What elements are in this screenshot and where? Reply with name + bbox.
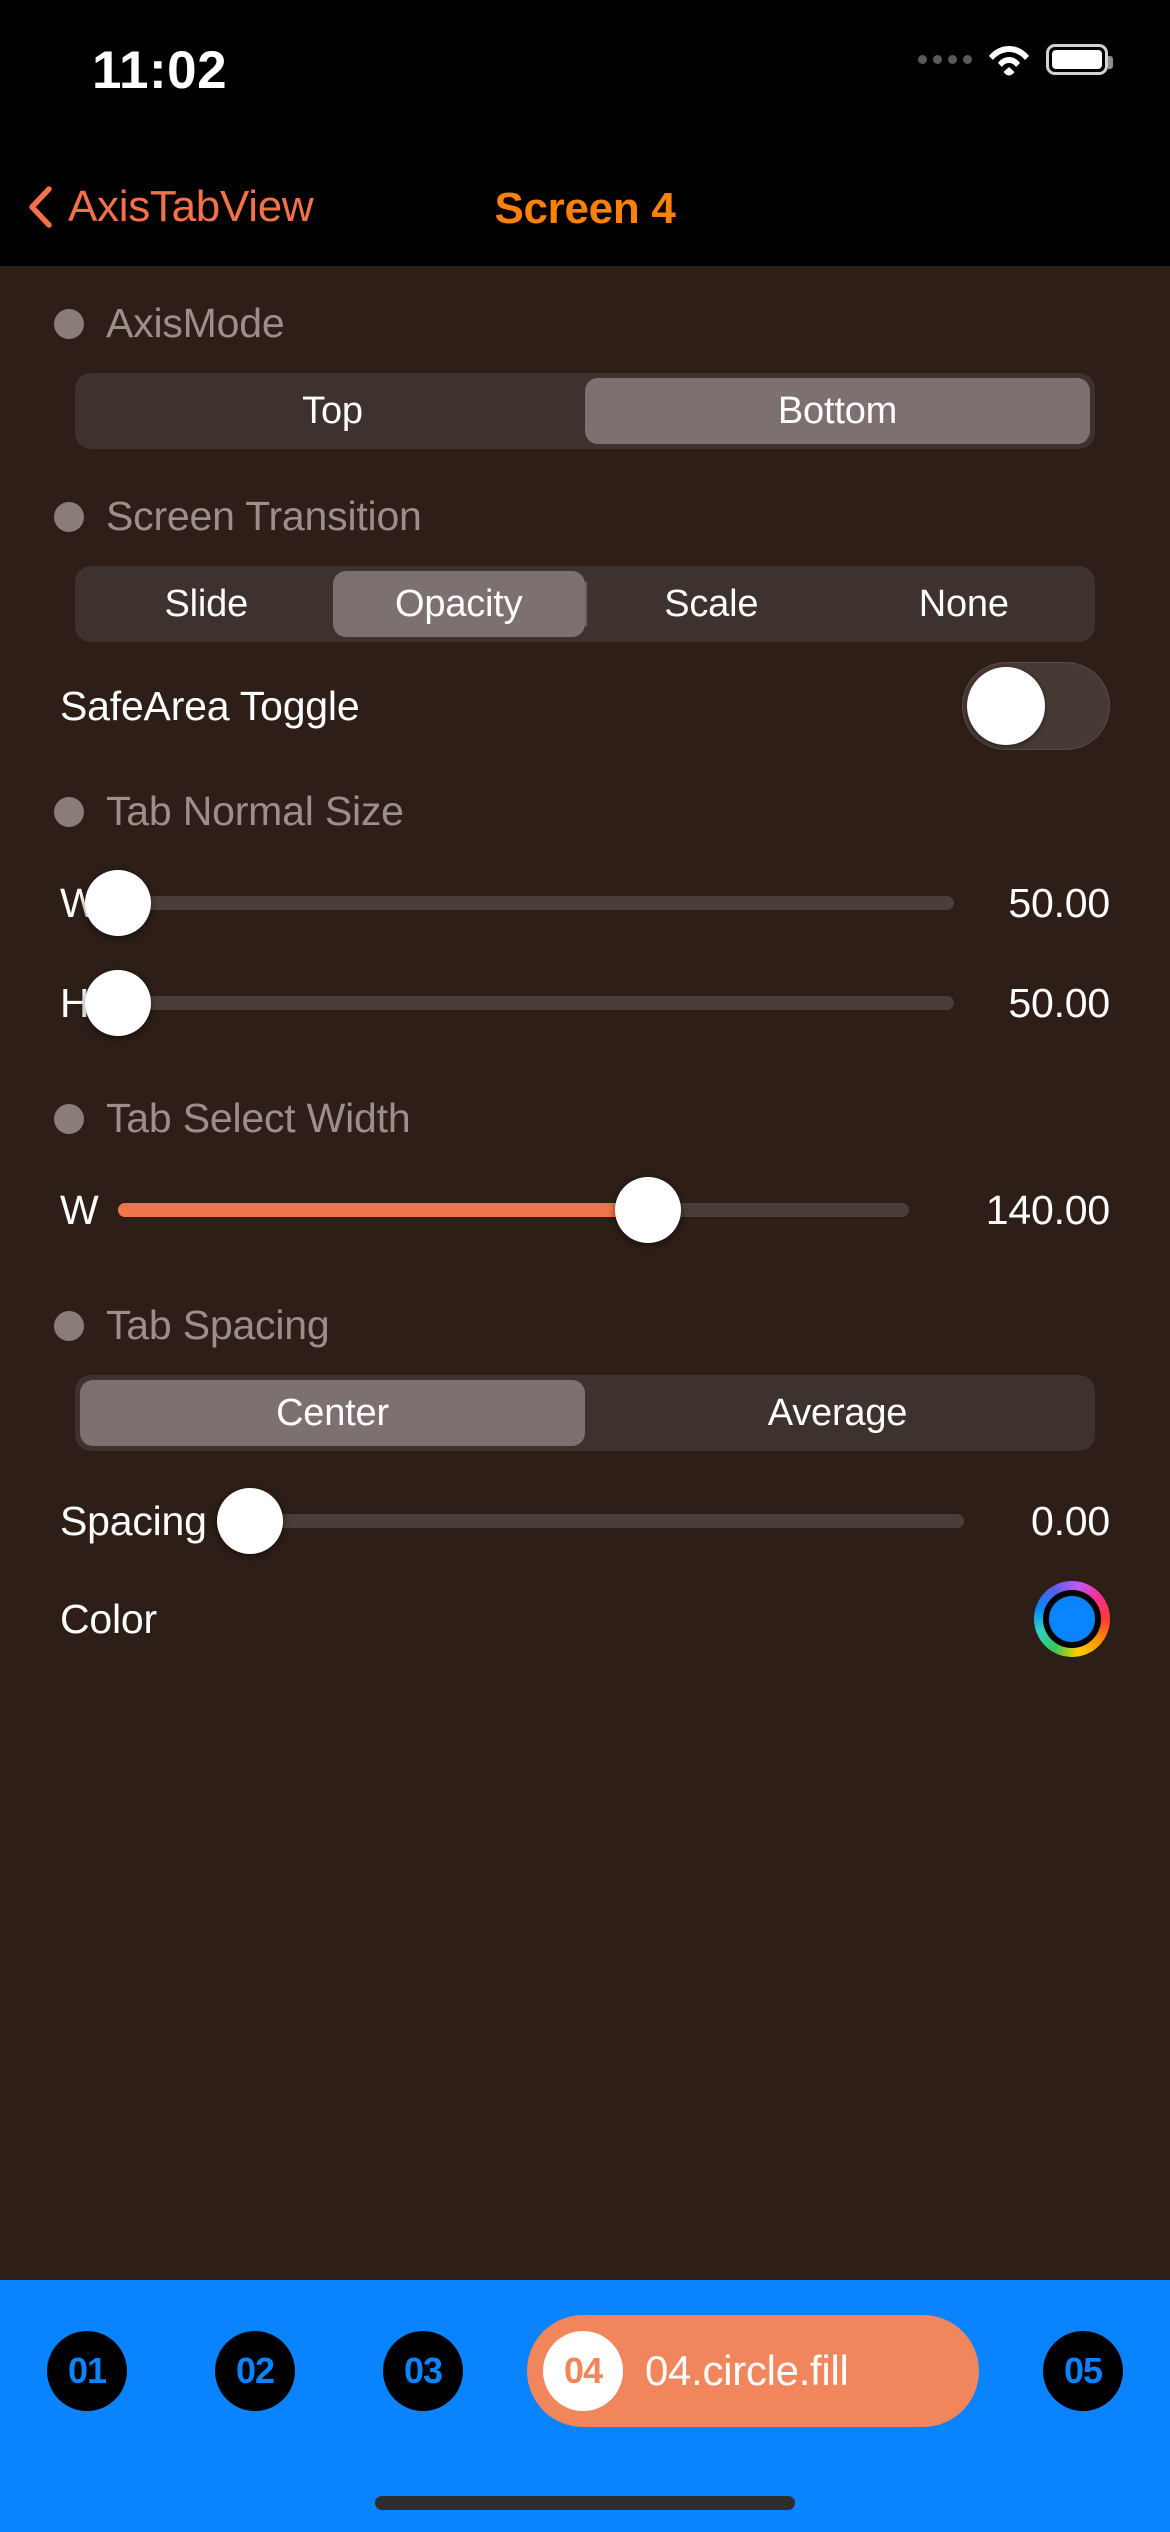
- signal-dots-icon: [918, 54, 972, 64]
- toggle-knob: [967, 667, 1045, 745]
- bottom-tab-bar: 01 02 03 04 04.circle.fill 05: [0, 2280, 1170, 2532]
- home-indicator[interactable]: [375, 2496, 795, 2510]
- tab-item-02[interactable]: 02: [215, 2331, 295, 2411]
- status-indicators: [918, 42, 1113, 76]
- tab-title: 04.circle.fill: [645, 2347, 849, 2394]
- tab-select-width-slider[interactable]: [118, 1160, 909, 1260]
- segment-scale[interactable]: Scale: [585, 571, 838, 637]
- tab-spacing-header: Tab Spacing: [0, 1302, 1170, 1349]
- wifi-icon: [989, 46, 1029, 76]
- slider-knob[interactable]: [85, 870, 151, 936]
- segment-bottom[interactable]: Bottom: [585, 378, 1090, 444]
- bullet-icon: [54, 1310, 84, 1341]
- safearea-toggle-label: SafeArea Toggle: [60, 682, 360, 729]
- section-screen-transition: Screen Transition Slide Opacity Scale No…: [0, 449, 1170, 754]
- tab-normal-size-header: Tab Normal Size: [0, 788, 1170, 835]
- battery-full-icon: [1046, 43, 1113, 75]
- slider-track: [250, 1514, 964, 1528]
- tab-normal-size-title: Tab Normal Size: [106, 788, 404, 834]
- tab-normal-width-slider[interactable]: [85, 853, 954, 953]
- color-label: Color: [60, 1595, 157, 1642]
- navigation-bar: AxisTabView Screen 4: [0, 168, 1170, 266]
- tab-select-width-value: 140.00: [985, 1186, 1110, 1233]
- status-time: 11:02: [92, 41, 228, 100]
- tab-item-05[interactable]: 05: [1043, 2331, 1123, 2411]
- color-swatch: [1043, 1590, 1101, 1648]
- tab-number: 04: [563, 2350, 603, 2391]
- section-tab-select-width: Tab Select Width W 140.00: [0, 1053, 1170, 1260]
- tab-normal-width-row: W 50.00: [0, 853, 1170, 953]
- segment-none[interactable]: None: [838, 571, 1091, 637]
- tab-item-03[interactable]: 03: [383, 2331, 463, 2411]
- spacing-value: 0.00: [1031, 1497, 1110, 1544]
- segment-opacity[interactable]: Opacity: [332, 571, 585, 637]
- bullet-icon: [54, 1103, 84, 1134]
- segment-divider: [585, 582, 587, 626]
- slider-track: [118, 896, 954, 910]
- settings-content: AxisMode Top Bottom Screen Transition Sl…: [0, 266, 1170, 2266]
- section-tab-spacing: Tab Spacing Center Average Spacing 0.00 …: [0, 1260, 1170, 1667]
- spacing-slider[interactable]: [217, 1471, 964, 1571]
- spacing-row: Spacing 0.00: [0, 1471, 1170, 1571]
- tab-select-width-label: W: [60, 1186, 99, 1233]
- screen-transition-title: Screen Transition: [106, 493, 422, 539]
- screen-transition-segmented-control[interactable]: Slide Opacity Scale None: [75, 566, 1095, 642]
- bullet-icon: [54, 501, 84, 532]
- segment-top[interactable]: Top: [80, 378, 585, 444]
- tab-item-01[interactable]: 01: [47, 2331, 127, 2411]
- segment-center[interactable]: Center: [80, 1380, 585, 1446]
- safearea-toggle-row: SafeArea Toggle: [0, 658, 1170, 754]
- phone-screen: 11:02 AxisTabView Screen 4 AxisMode Top …: [0, 0, 1170, 2532]
- slider-knob[interactable]: [85, 970, 151, 1036]
- segment-average[interactable]: Average: [585, 1380, 1090, 1446]
- section-axis-mode: AxisMode Top Bottom: [0, 266, 1170, 449]
- tab-select-width-row: W 140.00: [0, 1160, 1170, 1260]
- tab-normal-width-value: 50.00: [1008, 879, 1110, 926]
- tab-spacing-title: Tab Spacing: [106, 1302, 330, 1348]
- tab-number: 05: [1063, 2350, 1103, 2391]
- tab-normal-height-value: 50.00: [1008, 979, 1110, 1026]
- color-row: Color: [0, 1571, 1170, 1667]
- bullet-icon: [54, 308, 84, 339]
- slider-knob[interactable]: [614, 1177, 681, 1243]
- slider-fill: [118, 1203, 648, 1217]
- tab-number: 02: [235, 2350, 275, 2391]
- bullet-icon: [54, 796, 84, 827]
- color-wheel-icon[interactable]: [1034, 1581, 1110, 1657]
- section-tab-normal-size: Tab Normal Size W 50.00 H 50.00: [0, 754, 1170, 1053]
- tab-spacing-segmented-control[interactable]: Center Average: [75, 1375, 1095, 1451]
- tab-number: 01: [67, 2350, 107, 2391]
- page-title: Screen 4: [494, 184, 676, 233]
- segment-slide[interactable]: Slide: [80, 571, 333, 637]
- slider-track: [118, 996, 954, 1010]
- tab-items: 01 02 03 04 04.circle.fill 05: [0, 2315, 1170, 2427]
- status-bar: 11:02: [0, 0, 1170, 168]
- tab-circle-icon: 04: [543, 2331, 623, 2411]
- tab-select-width-title: Tab Select Width: [106, 1095, 411, 1141]
- screen-transition-header: Screen Transition: [0, 493, 1170, 540]
- axis-mode-segmented-control[interactable]: Top Bottom: [75, 373, 1095, 449]
- tab-select-width-header: Tab Select Width: [0, 1095, 1170, 1142]
- tab-item-04-selected[interactable]: 04 04.circle.fill: [527, 2315, 979, 2427]
- axis-mode-title: AxisMode: [106, 300, 285, 346]
- axis-mode-header: AxisMode: [0, 300, 1170, 347]
- safearea-toggle-switch[interactable]: [962, 662, 1110, 750]
- tab-normal-height-slider[interactable]: [85, 953, 954, 1053]
- tab-number: 03: [403, 2350, 443, 2391]
- tab-normal-height-row: H 50.00: [0, 953, 1170, 1053]
- slider-knob[interactable]: [217, 1488, 283, 1554]
